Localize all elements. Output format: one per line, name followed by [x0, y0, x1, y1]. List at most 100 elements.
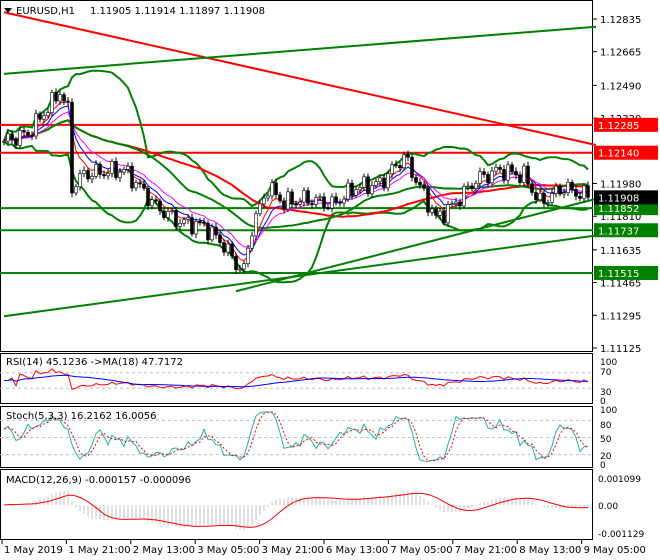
time-tick-label: 3 May 05:00: [197, 545, 259, 556]
candle: [582, 185, 586, 199]
candle: [570, 181, 574, 190]
candle: [446, 204, 450, 224]
candle: [278, 194, 282, 202]
candle: [66, 100, 70, 103]
candle: [286, 191, 290, 210]
candle: [130, 165, 134, 189]
candle: [274, 182, 278, 196]
rsi-axis-label: 100: [600, 358, 617, 368]
candle: [422, 184, 426, 189]
candle: [202, 221, 206, 224]
candle: [538, 193, 542, 201]
candle: [94, 163, 98, 177]
candle: [218, 234, 222, 243]
level-price-label: 1.11737: [598, 226, 639, 237]
candle: [290, 191, 294, 205]
candle: [342, 198, 346, 204]
candle: [338, 201, 342, 204]
macd-axis-label: -0.001129: [598, 530, 644, 540]
candle: [234, 255, 238, 271]
candle: [502, 169, 506, 181]
candle: [586, 185, 590, 198]
candle: [462, 186, 466, 207]
candle: [554, 185, 558, 194]
candle: [210, 226, 214, 241]
candle: [166, 211, 170, 218]
candle: [242, 263, 246, 270]
candle: [230, 243, 234, 257]
candle: [110, 161, 114, 174]
price-tick-label: 1.11465: [600, 279, 641, 290]
candle: [526, 165, 530, 185]
candle: [390, 164, 394, 175]
candle: [386, 173, 390, 189]
chart-window[interactable]: 1.128351.126651.124901.123201.119801.118…: [0, 0, 660, 560]
candle: [154, 199, 158, 202]
symbol-label: EURUSD,H1: [16, 6, 75, 17]
candle: [26, 131, 30, 136]
candle: [14, 138, 18, 146]
candle: [186, 217, 190, 220]
macd-axis-label: 0.001099: [598, 475, 641, 485]
candle: [82, 170, 86, 174]
candle: [282, 200, 286, 210]
level-price-label: 1.12285: [598, 121, 639, 132]
stoch-label: Stoch(5,3,3) 16.2162 16.0056: [6, 411, 157, 422]
candle: [482, 171, 486, 175]
candle: [434, 208, 438, 216]
rsi-axis-label: 70: [600, 368, 612, 378]
candle: [122, 169, 126, 173]
candle: [126, 165, 130, 170]
candle: [250, 235, 254, 249]
candle: [158, 200, 162, 212]
candle: [566, 181, 570, 194]
candle: [490, 170, 494, 184]
candle: [90, 176, 94, 180]
candle: [470, 185, 474, 189]
candle: [118, 171, 122, 178]
candle: [226, 243, 230, 253]
candle: [34, 113, 38, 137]
candle: [450, 203, 454, 205]
candle: [522, 165, 526, 183]
candle: [458, 201, 462, 207]
candle: [54, 92, 58, 102]
candle: [442, 210, 446, 224]
ohlc-label: 1.11905 1.11914 1.11897 1.11908: [90, 6, 265, 17]
candle: [466, 185, 470, 188]
price-tick-label: 1.11635: [600, 246, 641, 257]
candle: [362, 176, 366, 188]
macd-axis-label: 0.00: [598, 502, 618, 512]
candle: [42, 115, 46, 120]
candle: [70, 101, 74, 194]
candle: [534, 192, 538, 201]
candle: [310, 203, 314, 205]
candle: [30, 134, 34, 137]
time-tick-label: 7 May 21:00: [455, 545, 517, 556]
candle: [430, 208, 434, 213]
candle: [38, 113, 42, 120]
macd-label: MACD(12,26,9) -0.000157 -0.000096: [6, 475, 191, 486]
candle: [438, 210, 442, 216]
time-tick-label: 9 May 05:00: [584, 545, 646, 556]
candle: [258, 203, 262, 215]
candle: [106, 173, 110, 177]
candle: [426, 188, 430, 213]
candle: [498, 166, 502, 170]
chart-canvas[interactable]: 1.128351.126651.124901.123201.119801.118…: [0, 0, 660, 560]
candle: [306, 190, 310, 204]
candle: [102, 174, 106, 177]
candle: [518, 174, 522, 183]
candle: [542, 193, 546, 204]
candle: [406, 154, 410, 158]
stoch-axis-label: 80: [600, 421, 612, 431]
price-tick-label: 1.12665: [600, 48, 641, 59]
candle: [238, 268, 242, 271]
candle: [98, 163, 102, 175]
candle: [190, 217, 194, 235]
candle: [346, 182, 350, 200]
candle: [10, 133, 14, 140]
candle: [262, 197, 266, 205]
candle: [530, 183, 534, 193]
stoch-axis-label: 100: [600, 406, 617, 416]
